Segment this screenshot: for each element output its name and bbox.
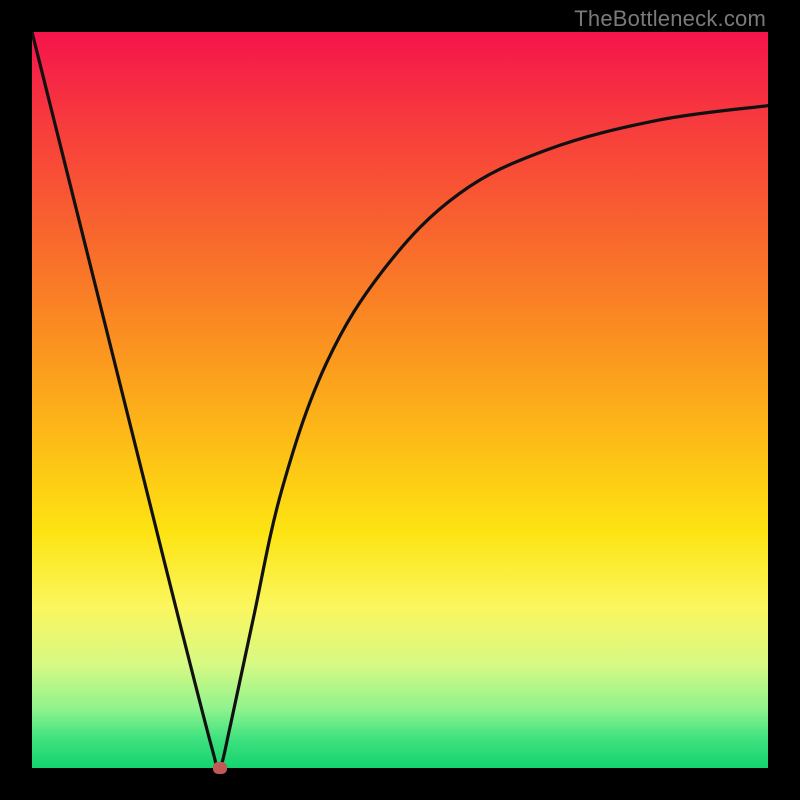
plot-area [32,32,768,768]
optimal-point-marker [213,762,227,774]
bottleneck-curve [32,32,768,768]
watermark-text: TheBottleneck.com [574,6,766,32]
chart-frame: TheBottleneck.com [0,0,800,800]
